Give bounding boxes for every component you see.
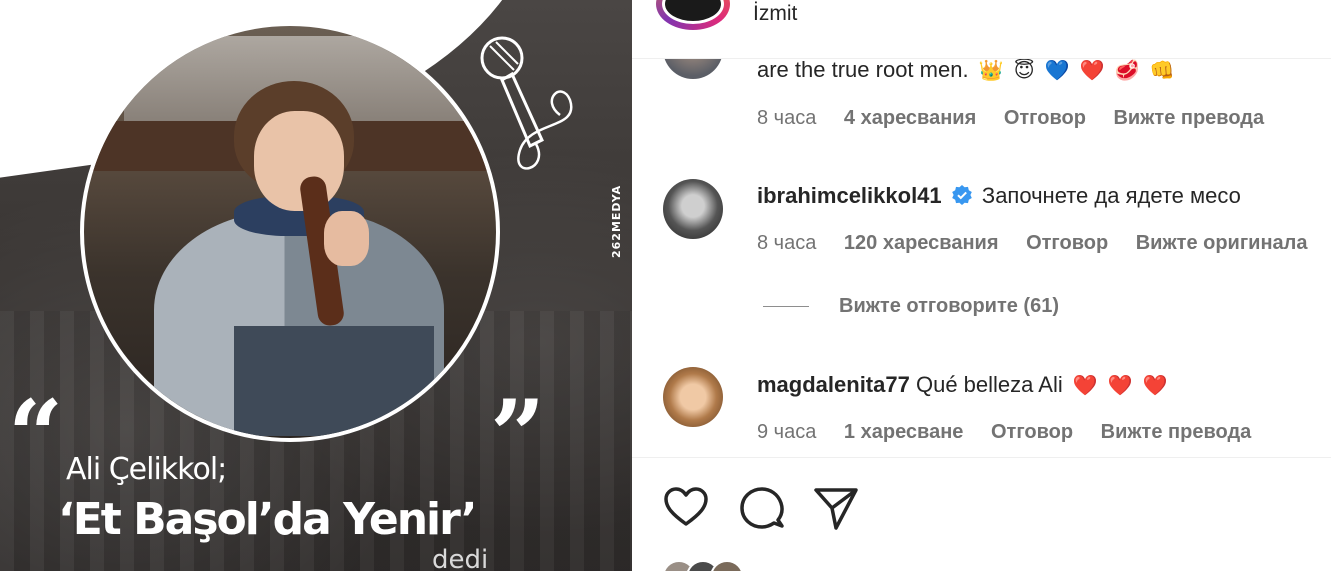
quote-open: “	[8, 379, 64, 492]
fist-emoji: 👊	[1149, 59, 1175, 82]
view-replies-button[interactable]: Вижте отговорите (61)	[763, 295, 1059, 318]
comment-list[interactable]: are the true root men. 👑 😇 💙 ❤️ 🥩 👊 8 ча…	[632, 59, 1331, 457]
caption-quote: ‘Et Başol’da Yenir’	[58, 494, 477, 545]
comment-meta: 9 часа 1 харесване Отговор Вижте превода	[757, 421, 1273, 444]
comment-text: are the true root men.	[757, 59, 969, 82]
red-heart-emoji: ❤️	[1142, 373, 1168, 397]
view-replies-label: Вижте отговорите (61)	[839, 295, 1059, 317]
post-header: İzmit	[632, 0, 1331, 59]
author-avatar[interactable]	[656, 0, 730, 30]
send-icon[interactable]	[812, 484, 860, 532]
angel-emoji: 😇	[1013, 59, 1035, 82]
meat-emoji: 🥩	[1114, 59, 1140, 82]
post-location[interactable]: İzmit	[753, 2, 797, 26]
comment-text: Започнете да ядете месо	[981, 183, 1241, 208]
comment-username[interactable]: ibrahimcelikkol41	[757, 183, 942, 208]
commenter-avatar[interactable]	[663, 179, 723, 239]
watermark: 262MEDYA	[610, 184, 623, 258]
post-image[interactable]: 262MEDYA “ ” Ali Çelikkol; ‘Et Başol’da …	[0, 0, 632, 571]
comment-text: Qué belleza Ali	[915, 372, 1063, 397]
red-heart-emoji: ❤️	[1107, 373, 1133, 397]
see-translation-button[interactable]: Вижте превода	[1113, 107, 1264, 129]
divider-line	[763, 306, 809, 308]
comment-time: 8 часа	[757, 107, 817, 129]
red-heart-emoji: ❤️	[1072, 373, 1098, 397]
comment-icon[interactable]	[738, 484, 786, 532]
red-heart-emoji: ❤️	[1079, 59, 1105, 82]
see-translation-button[interactable]: Вижте превода	[1101, 421, 1252, 443]
reply-button[interactable]: Отговор	[991, 421, 1073, 443]
crown-emoji: 👑	[978, 59, 1004, 82]
comment-meta: 8 часа 4 харесвания Отговор Вижте превод…	[757, 107, 1286, 130]
comment-body: are the true root men. 👑 😇 💙 ❤️ 🥩 👊	[757, 59, 1175, 83]
quote-close: ”	[490, 379, 546, 492]
comment-likes[interactable]: 4 харесвания	[844, 107, 976, 129]
microphone-icon	[480, 36, 573, 170]
comment-body: ibrahimcelikkol41 Започнете да ядете мес…	[757, 183, 1241, 209]
heart-icon[interactable]	[662, 484, 710, 532]
verified-badge-icon	[951, 185, 972, 205]
comment-time: 8 часа	[757, 232, 817, 254]
caption-name: Ali Çelikkol;	[66, 452, 227, 487]
blue-heart-emoji: 💙	[1044, 59, 1070, 82]
comment-username[interactable]: magdalenita77	[757, 372, 910, 397]
comment-likes[interactable]: 120 харесвания	[844, 232, 999, 254]
reply-button[interactable]: Отговор	[1004, 107, 1086, 129]
comments-panel: İzmit are the true root men. 👑 😇 💙 ❤️ 🥩 …	[632, 0, 1331, 571]
commenter-avatar[interactable]	[663, 367, 723, 427]
caption-said: dedi	[432, 545, 489, 571]
commenter-avatar[interactable]	[663, 59, 723, 79]
comment-likes[interactable]: 1 харесване	[844, 421, 963, 443]
liked-by-avatars[interactable]	[662, 560, 762, 571]
reply-button[interactable]: Отговор	[1026, 232, 1108, 254]
comment-time: 9 часа	[757, 421, 817, 443]
comment-body: magdalenita77 Qué belleza Ali ❤️ ❤️ ❤️	[757, 372, 1168, 398]
action-bar	[632, 457, 1331, 571]
child-photo	[80, 22, 500, 442]
comment-meta: 8 часа 120 харесвания Отговор Вижте ориг…	[757, 232, 1330, 255]
see-original-button[interactable]: Вижте оригинала	[1136, 232, 1308, 254]
